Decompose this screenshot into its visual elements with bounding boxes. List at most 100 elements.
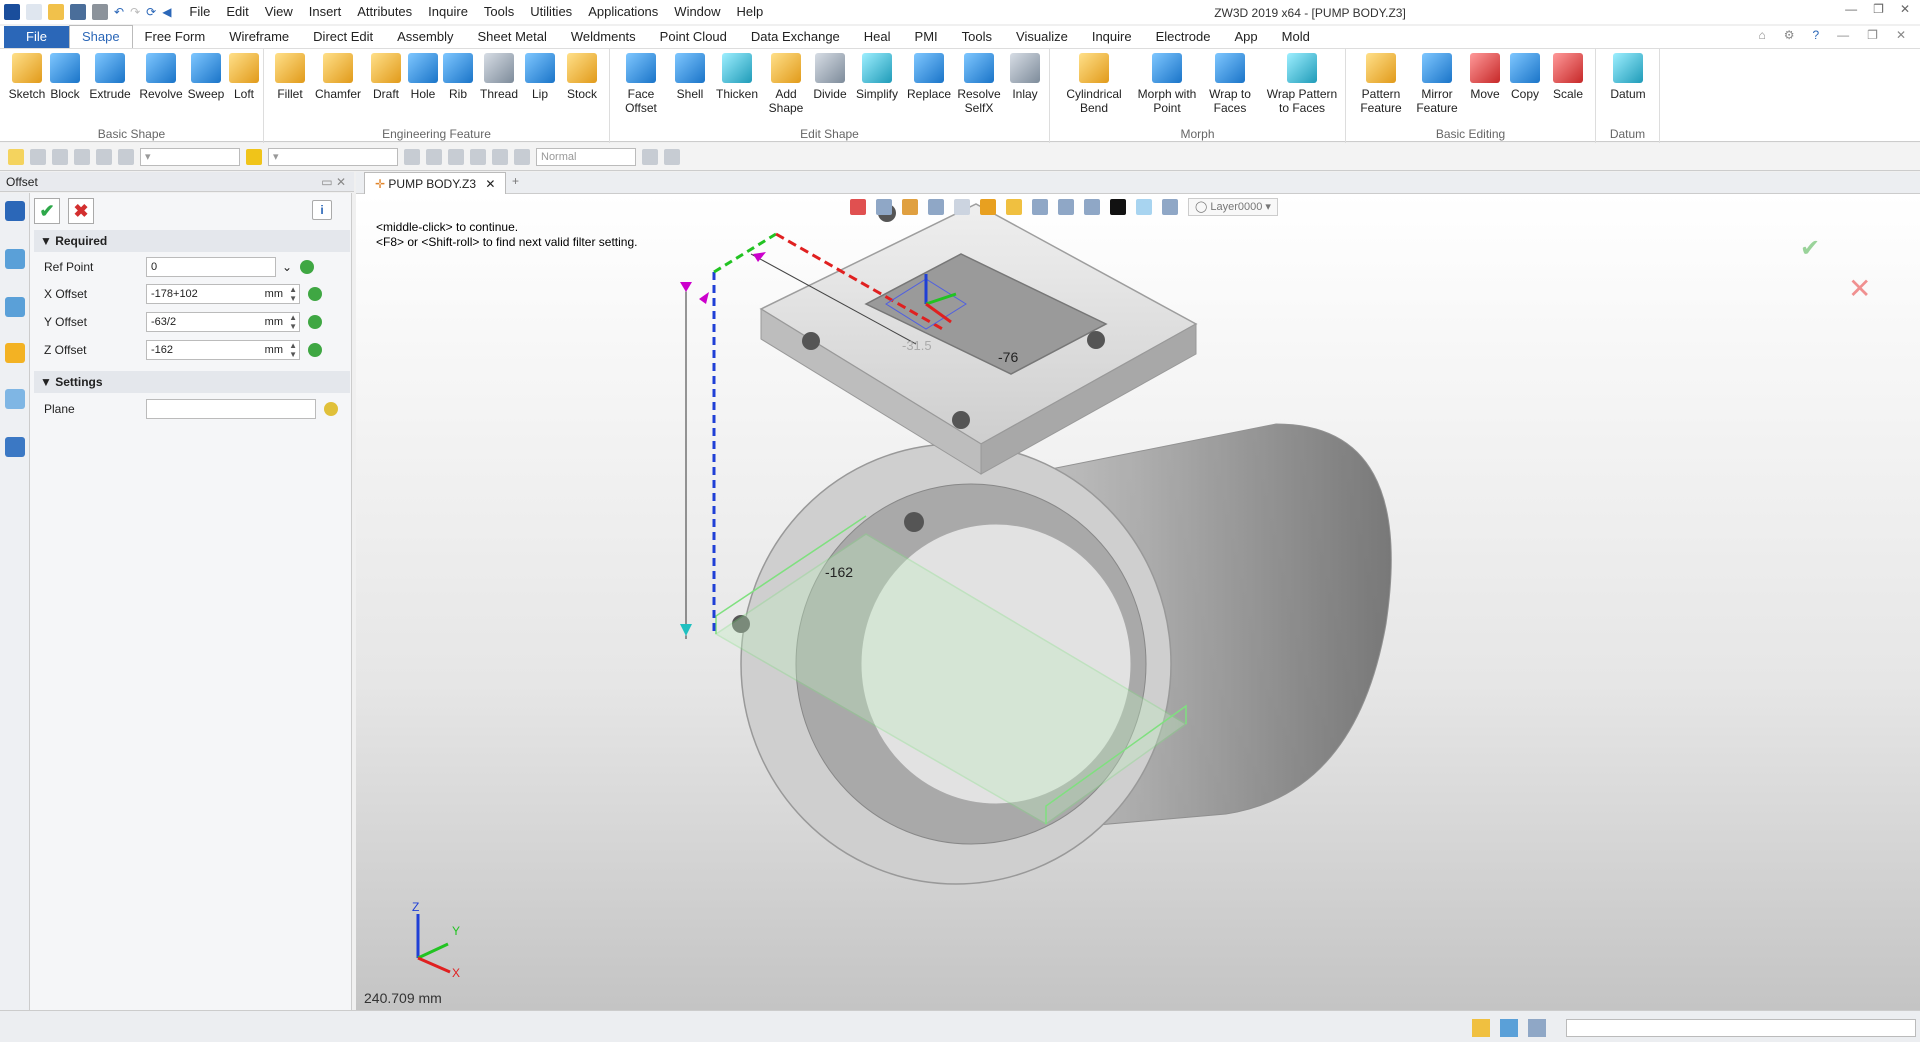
tab-heal[interactable]: Heal [852,26,903,48]
z-offset-pick-icon[interactable] [308,343,322,357]
restore-icon[interactable]: ❐ [1873,2,1884,16]
dim-label-x[interactable]: -76 [998,349,1018,365]
zoom-icon[interactable] [1006,199,1022,215]
stock-button[interactable]: Stock [560,53,604,101]
step-icon[interactable] [448,148,464,165]
ribbon-close-icon[interactable]: ✕ [1896,28,1906,42]
dimension-y[interactable] [699,232,777,304]
face-offset-button[interactable]: Face Offset [616,53,666,115]
tab-file[interactable]: File [4,26,69,48]
tab-visualize[interactable]: Visualize [1004,26,1080,48]
user-icon[interactable] [5,437,25,457]
y-offset-spinner[interactable]: ▲ ▼ [289,313,297,331]
gear-small-icon[interactable] [664,148,680,165]
dim-arrow-bottom[interactable] [680,624,692,636]
new-tab-icon[interactable]: + [512,174,519,188]
tab-point-cloud[interactable]: Point Cloud [648,26,739,48]
hierarchy-icon[interactable] [5,297,25,317]
filter-select[interactable]: ▾ [140,147,240,166]
x-offset-pick-icon[interactable] [308,287,322,301]
layer-filter-icon[interactable] [1162,199,1178,215]
history-icon[interactable] [5,201,25,221]
measure-icon[interactable] [426,148,442,165]
tab-free-form[interactable]: Free Form [133,26,218,48]
redo-icon[interactable]: ↷ [130,5,140,19]
print-icon[interactable] [92,4,108,20]
resolve-selfx-button[interactable]: Resolve SelfX [956,53,1002,115]
hand-icon[interactable] [492,148,508,165]
menu-insert[interactable]: Insert [301,0,350,24]
loft-button[interactable]: Loft [226,53,262,101]
ribbon-minimize-icon[interactable]: — [1837,28,1849,42]
grid-icon[interactable] [74,148,90,165]
move-button[interactable]: Move [1466,53,1504,101]
viewport-ok-icon[interactable]: ✔ [1800,234,1820,263]
simplify-button[interactable]: Simplify [852,53,902,101]
draft-button[interactable]: Draft [366,53,406,101]
shell-button[interactable]: Shell [670,53,710,101]
status-screen-icon[interactable] [1500,1019,1518,1037]
menu-help[interactable]: Help [729,0,772,24]
color-black-icon[interactable] [1110,199,1126,215]
dim-arrow-top[interactable] [680,282,692,292]
new-file-icon[interactable] [26,4,42,20]
render-icon[interactable] [514,148,530,165]
open-file-icon[interactable] [48,4,64,20]
menu-window[interactable]: Window [666,0,728,24]
tab-electrode[interactable]: Electrode [1144,26,1223,48]
tab-tools[interactable]: Tools [950,26,1004,48]
wrap-to-faces-button[interactable]: Wrap to Faces [1204,53,1256,115]
expand-down-icon[interactable]: ⌄ [282,260,292,274]
help-icon[interactable]: ? [1812,28,1819,42]
fillet-button[interactable]: Fillet [270,53,310,101]
align-icon[interactable] [404,148,420,165]
zoom-fit-icon[interactable] [1032,199,1048,215]
cursor-icon[interactable] [642,148,658,165]
y-offset-input[interactable]: -63/2 mm ▲ ▼ [146,312,300,332]
wire-cube-icon[interactable] [954,199,970,215]
replace-button[interactable]: Replace [904,53,954,101]
menu-attributes[interactable]: Attributes [349,0,420,24]
filter-list-select[interactable]: ▾ [268,147,398,166]
hole-button[interactable]: Hole [404,53,442,101]
chamfer-button[interactable]: Chamfer [312,53,364,101]
status-list-icon[interactable] [1528,1019,1546,1037]
ribbon-restore-icon[interactable]: ❐ [1867,28,1878,42]
minimize-icon[interactable]: — [1845,2,1857,16]
wrap-pattern-to-faces-button[interactable]: Wrap Pattern to Faces [1262,53,1342,115]
layers-icon[interactable] [5,389,25,409]
tab-direct-edit[interactable]: Direct Edit [301,26,385,48]
menu-inquire[interactable]: Inquire [420,0,476,24]
block-button[interactable]: Block [46,53,84,101]
tab-pmi[interactable]: PMI [903,26,950,48]
section-required[interactable]: ▼ Required [34,230,350,252]
part-icon[interactable] [5,343,25,363]
exit-view-icon[interactable] [850,199,866,215]
dimension-z[interactable] [680,272,716,639]
view-snap-icon[interactable] [876,199,892,215]
mirror-feature-button[interactable]: Mirror Feature [1410,53,1464,115]
shaded-cube-icon[interactable] [928,199,944,215]
revolve-button[interactable]: Revolve [138,53,184,101]
tab-weldments[interactable]: Weldments [559,26,648,48]
home-icon[interactable]: ⌂ [1758,28,1765,42]
z-offset-input[interactable]: -162 mm ▲ ▼ [146,340,300,360]
y-offset-pick-icon[interactable] [308,315,322,329]
viewport-cancel-icon[interactable]: ✕ [1848,272,1871,305]
assembly-tree-icon[interactable] [5,249,25,269]
display-icon[interactable] [1084,199,1100,215]
extrude-button[interactable]: Extrude [86,53,134,101]
plane-pick-icon[interactable] [324,402,338,416]
cylindrical-bend-button[interactable]: Cylindrical Bend [1058,53,1130,115]
tab-app[interactable]: App [1223,26,1270,48]
menu-edit[interactable]: Edit [218,0,256,24]
tab-data-exchange[interactable]: Data Exchange [739,26,852,48]
x-offset-input[interactable]: -178+102 mm ▲ ▼ [146,284,300,304]
pick-icon[interactable] [8,148,24,165]
snap-icon[interactable] [30,148,46,165]
layer-select[interactable]: ◯ Layer0000 ▾ [1188,198,1278,216]
section-icon[interactable] [1058,199,1074,215]
tab-mold[interactable]: Mold [1270,26,1322,48]
document-tab[interactable]: ✛ PUMP BODY.Z3 ✕ [364,172,507,194]
pencil-icon[interactable] [902,199,918,215]
